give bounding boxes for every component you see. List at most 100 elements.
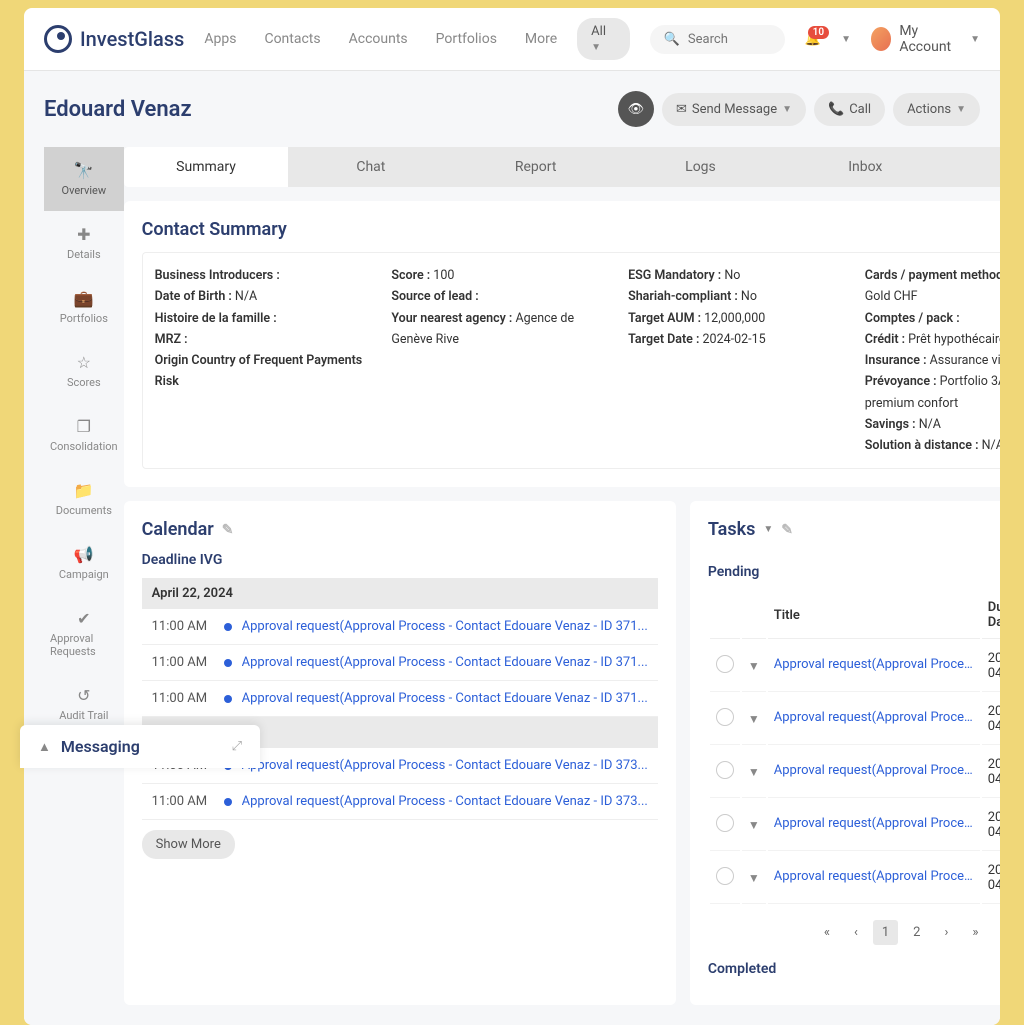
pencil-icon[interactable]: ✎: [781, 522, 793, 538]
task-link[interactable]: Approval request(Approval Process - Cont…: [774, 657, 974, 672]
page-last[interactable]: »: [963, 920, 987, 945]
tab-sent[interactable]: Sent: [948, 147, 1000, 187]
megaphone-icon: 📢: [74, 545, 94, 564]
chevron-down-icon[interactable]: ▼: [841, 34, 851, 45]
task-link[interactable]: Approval request(Approval Process - Cont…: [774, 710, 974, 725]
search-box[interactable]: 🔍: [650, 25, 785, 54]
calendar-event[interactable]: 11:00 AMApproval request(Approval Proces…: [142, 681, 658, 717]
history-icon: ↺: [77, 686, 90, 705]
page-next[interactable]: ›: [935, 920, 957, 945]
layers-icon: ❐: [77, 417, 91, 436]
tab-summary[interactable]: Summary: [124, 147, 289, 187]
nav-portfolios[interactable]: Portfolios: [436, 31, 497, 47]
notifications[interactable]: 🔔 10: [805, 32, 821, 47]
page-title: Edouard Venaz: [44, 97, 192, 122]
chevron-down-icon[interactable]: ▼: [748, 765, 760, 779]
show-more-button[interactable]: Show More: [142, 830, 235, 859]
summary-col-2: Score : 100 Source of lead : Your neares…: [391, 265, 608, 456]
pencil-icon[interactable]: ✎: [222, 522, 234, 538]
task-checkbox[interactable]: [716, 867, 734, 885]
task-row: ▼ Approval request(Approval Process - Con…: [710, 641, 1000, 692]
nav-accounts[interactable]: Accounts: [349, 31, 408, 47]
binoculars-icon: 🔭: [74, 161, 94, 180]
chevron-down-icon[interactable]: ▼: [763, 524, 773, 535]
logo[interactable]: InvestGlass: [44, 25, 184, 53]
topbar: InvestGlass Apps Contacts Accounts Portf…: [24, 8, 1000, 71]
chevron-down-icon[interactable]: ▼: [748, 871, 760, 885]
sidebar-item-documents[interactable]: 📁Documents: [44, 467, 124, 531]
nav-apps[interactable]: Apps: [204, 31, 236, 47]
task-checkbox[interactable]: [716, 708, 734, 726]
account-label: My Account: [899, 23, 962, 55]
summary-title: Contact Summary: [142, 219, 1000, 240]
brand-name: InvestGlass: [80, 27, 184, 51]
nav-contacts[interactable]: Contacts: [264, 31, 320, 47]
chevron-down-icon: ▼: [956, 104, 966, 115]
messaging-title: Messaging: [61, 737, 222, 756]
calendar-event[interactable]: 11:00 AMApproval request(Approval Proces…: [142, 645, 658, 681]
sidebar-item-details[interactable]: ✚Details: [44, 211, 124, 275]
page-first[interactable]: «: [815, 920, 839, 945]
calendar-date-header: April 22, 2024: [142, 578, 658, 609]
sidebar-item-overview[interactable]: 🔭Overview: [44, 147, 124, 211]
search-icon: 🔍: [664, 32, 680, 47]
event-dot-icon: [224, 695, 232, 703]
visibility-button[interactable]: 👁: [618, 91, 654, 127]
task-row: ▼ Approval request(Approval Process - Con…: [710, 694, 1000, 745]
tab-report[interactable]: Report: [453, 147, 618, 187]
event-dot-icon: [224, 798, 232, 806]
tab-inbox[interactable]: Inbox: [783, 147, 948, 187]
task-checkbox[interactable]: [716, 761, 734, 779]
page-header: Edouard Venaz 👁 ✉Send Message ▼ 📞Call Ac…: [44, 91, 980, 127]
sidebar-item-approval[interactable]: ✔Approval Requests: [44, 595, 124, 672]
col-due: Due Date: [982, 592, 1000, 639]
sidebar-item-portfolios[interactable]: 💼Portfolios: [44, 275, 124, 339]
sidebar: 🔭Overview ✚Details 💼Portfolios ☆Scores ❐…: [44, 147, 124, 1005]
search-input[interactable]: [688, 32, 771, 47]
calendar-event[interactable]: 11:00 AMApproval request(Approval Proces…: [142, 609, 658, 645]
account-menu[interactable]: My Account ▼: [871, 23, 980, 55]
all-dropdown[interactable]: All ▼: [577, 18, 630, 60]
messaging-drawer[interactable]: ▲ Messaging ⤢: [20, 725, 260, 768]
sidebar-item-campaign[interactable]: 📢Campaign: [44, 531, 124, 595]
actions-button[interactable]: Actions ▼: [893, 93, 980, 126]
calendar-title: Calendar: [142, 519, 214, 540]
chevron-down-icon[interactable]: ▼: [748, 659, 760, 673]
page-1[interactable]: 1: [873, 920, 898, 945]
task-link[interactable]: Approval request(Approval Process - Cont…: [774, 816, 974, 831]
task-link[interactable]: Approval request(Approval Process - Cont…: [774, 869, 974, 884]
col-title: Title: [768, 592, 980, 639]
call-button[interactable]: 📞Call: [814, 93, 885, 126]
tab-logs[interactable]: Logs: [618, 147, 783, 187]
expand-icon[interactable]: ⤢: [232, 739, 242, 754]
event-dot-icon: [224, 623, 232, 631]
event-dot-icon: [224, 659, 232, 667]
pagination: « ‹ 1 2 › »: [708, 920, 1000, 945]
chevron-down-icon[interactable]: ▼: [748, 712, 760, 726]
tasks-title: Tasks: [708, 519, 756, 540]
avatar: [871, 27, 891, 51]
tasks-table: Title Due Date Flag ▼Approval request(Ap…: [708, 590, 1000, 906]
task-checkbox[interactable]: [716, 655, 734, 673]
send-message-button[interactable]: ✉Send Message ▼: [662, 93, 806, 126]
calendar-event[interactable]: 11:00 AMApproval request(Approval Proces…: [142, 784, 658, 820]
nav-more[interactable]: More: [525, 31, 557, 47]
chevron-down-icon[interactable]: ▼: [748, 818, 760, 832]
page-2[interactable]: 2: [904, 920, 929, 945]
plus-icon: ✚: [77, 225, 90, 244]
phone-icon: 📞: [828, 102, 844, 117]
star-icon: ☆: [77, 353, 91, 372]
sidebar-item-scores[interactable]: ☆Scores: [44, 339, 124, 403]
sidebar-item-consolidation[interactable]: ❐Consolidation: [44, 403, 124, 467]
page-prev[interactable]: ‹: [845, 920, 867, 945]
task-checkbox[interactable]: [716, 814, 734, 832]
summary-col-3: ESG Mandatory : No Shariah-compliant : N…: [628, 265, 845, 456]
logo-icon: [44, 25, 72, 53]
notif-badge: 10: [808, 26, 829, 39]
task-link[interactable]: Approval request(Approval Process - Cont…: [774, 763, 974, 778]
top-nav: Apps Contacts Accounts Portfolios More: [204, 31, 557, 47]
summary-panel: Contact Summary Business Introducers : D…: [124, 201, 1000, 487]
envelope-icon: ✉: [676, 102, 687, 117]
tab-chat[interactable]: Chat: [288, 147, 453, 187]
completed-label: Completed: [708, 961, 1000, 977]
